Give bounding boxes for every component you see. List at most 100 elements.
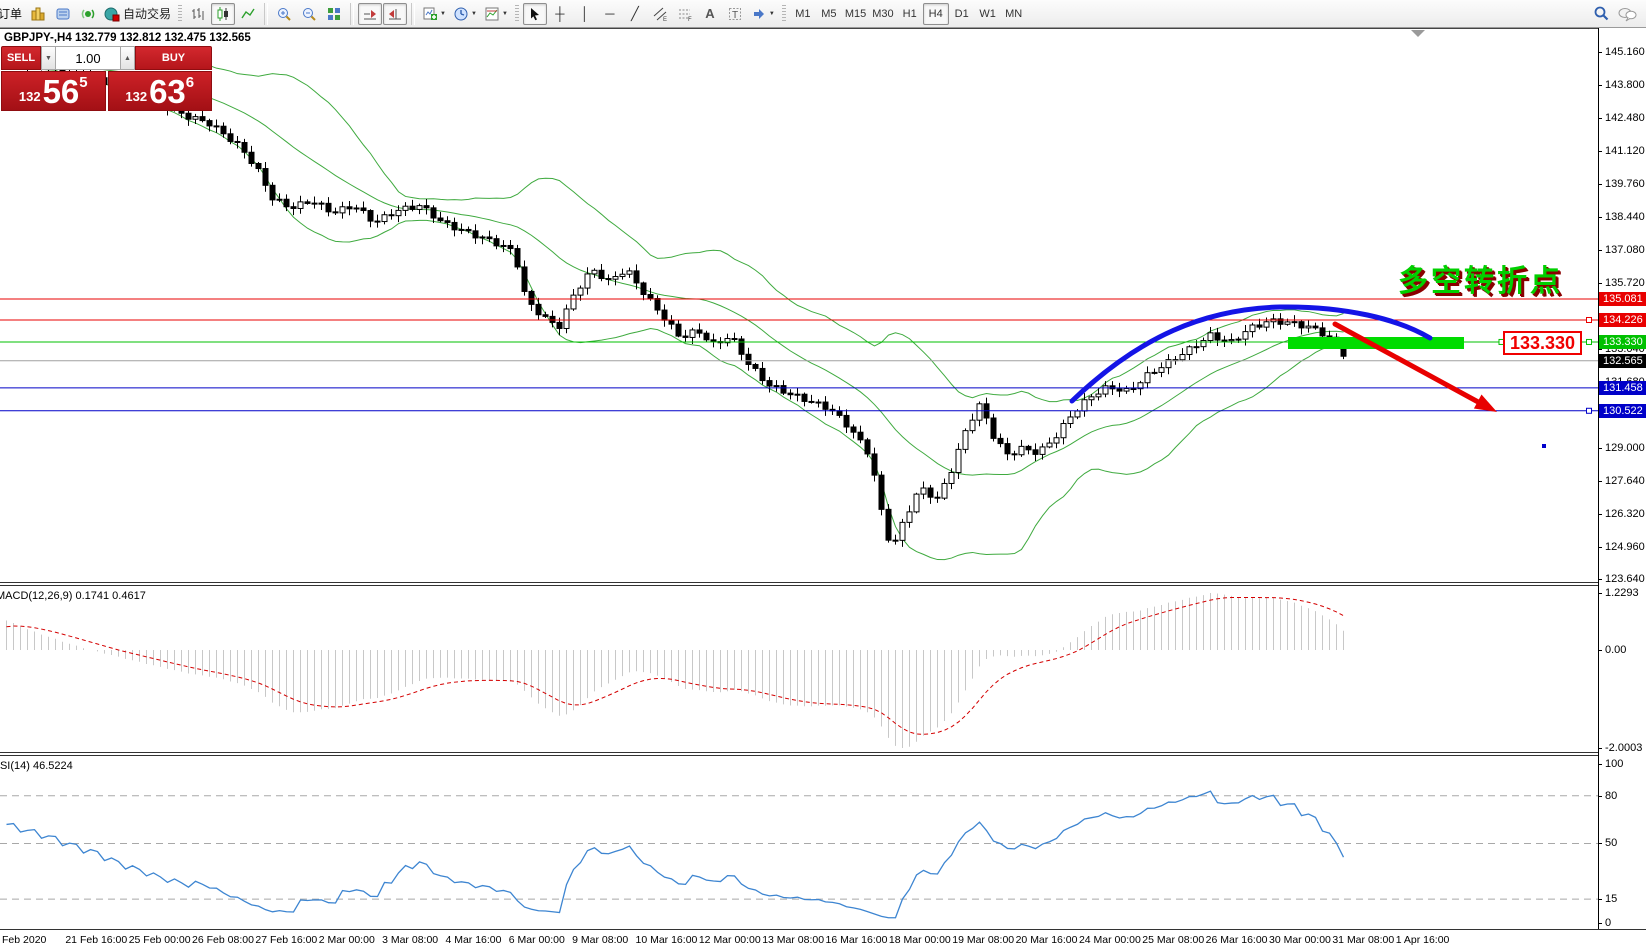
new-order-button[interactable]: 订单 [0, 3, 25, 25]
auto-scroll-icon[interactable] [358, 3, 382, 25]
sell-quote-button[interactable]: 132 56 5 [1, 71, 106, 111]
rsi-axis-label: 100 [1605, 758, 1623, 771]
tile-windows-icon[interactable] [322, 3, 346, 25]
horizontal-line-tool-icon[interactable]: ─ [598, 3, 622, 25]
templates-button[interactable]: ▼ [481, 3, 511, 25]
candlestick-chart-type-icon[interactable] [211, 3, 235, 25]
pane-splitter[interactable] [0, 582, 1646, 586]
timeframe-m1-button[interactable]: M1 [790, 3, 816, 25]
toolbar-drag-handle[interactable] [782, 5, 786, 23]
new-chart-button[interactable]: ▼ [419, 3, 449, 25]
macd-axis-label: 1.2293 [1605, 587, 1639, 600]
rsi-indicator-pane[interactable] [0, 757, 1598, 929]
market-watch-icon[interactable] [26, 3, 50, 25]
rsi-axis-label: 50 [1605, 837, 1617, 850]
time-axis-label: 25 Feb 00:00 [129, 934, 191, 946]
line-chart-type-icon[interactable] [236, 3, 260, 25]
object-anchor-dot[interactable] [1542, 444, 1546, 448]
equidistant-channel-tool-icon[interactable]: E [648, 3, 672, 25]
price-axis-tick: 126.320 [1605, 508, 1645, 521]
timeframe-m15-button[interactable]: M15 [842, 3, 869, 25]
chart-annotation-text[interactable]: 多空转折点 [1398, 256, 1563, 300]
data-window-icon[interactable] [51, 3, 75, 25]
toolbar-separator [411, 3, 415, 25]
time-axis-label: 25 Mar 08:00 [1142, 934, 1204, 946]
navigator-icon[interactable] [76, 3, 100, 25]
timeframe-mn-button[interactable]: MN [1001, 3, 1027, 25]
time-axis-label: 21 Feb 16:00 [65, 934, 127, 946]
text-label-tool-icon[interactable]: T [723, 3, 747, 25]
periods-button[interactable]: ▼ [450, 3, 480, 25]
cursor-tool-icon[interactable] [523, 3, 547, 25]
chevron-down-icon: ▼ [471, 11, 477, 17]
time-axis-label: 6 Mar 00:00 [509, 934, 565, 946]
rsi-axis-label: 15 [1605, 893, 1617, 906]
arrows-tool-button[interactable]: ▼ [748, 3, 778, 25]
rsi-axis-label: 0 [1605, 917, 1611, 930]
time-axis[interactable]: Feb 202021 Feb 16:0025 Feb 00:0026 Feb 0… [0, 930, 1646, 950]
chevron-down-icon: ▼ [440, 11, 446, 17]
price-axis-tick: 138.440 [1605, 211, 1645, 224]
volume-input[interactable]: 1.00 [56, 46, 120, 70]
toolbar-separator [350, 3, 354, 25]
macd-indicator-pane[interactable] [0, 587, 1598, 752]
time-axis-label: Feb 2020 [2, 934, 46, 946]
timeframe-w1-button[interactable]: W1 [975, 3, 1001, 25]
mt4-terminal-window: 订单 自动交易 [0, 0, 1646, 950]
volume-increase-button[interactable]: ▲ [120, 46, 135, 70]
autotrading-button[interactable]: 自动交易 [101, 3, 174, 25]
sell-price-big: 56 [43, 77, 80, 107]
trendline-tool-icon[interactable]: ╱ [623, 3, 647, 25]
time-axis-label: 18 Mar 00:00 [889, 934, 951, 946]
price-axis[interactable]: 145.160143.800142.480141.120139.760138.4… [1598, 28, 1646, 929]
bar-chart-type-icon[interactable] [186, 3, 210, 25]
price-level-label: 134.226 [1599, 313, 1646, 327]
price-tag-label[interactable]: 133.330 [1503, 331, 1582, 355]
autotrading-label: 自动交易 [123, 5, 171, 22]
price-axis-tick: 139.760 [1605, 178, 1645, 191]
price-axis-tick: 142.480 [1605, 112, 1645, 125]
sell-price-sup: 5 [79, 74, 87, 91]
zoom-out-icon[interactable] [297, 3, 321, 25]
time-axis-label: 20 Mar 16:00 [1016, 934, 1078, 946]
time-axis-label: 19 Mar 08:00 [952, 934, 1014, 946]
toolbar-drag-handle[interactable] [178, 5, 182, 23]
volume-decrease-button[interactable]: ▼ [41, 46, 56, 70]
toolbar-drag-handle[interactable] [515, 5, 519, 23]
price-axis-tick: 145.160 [1605, 46, 1645, 59]
buy-button[interactable]: BUY [135, 46, 212, 70]
svg-text:T: T [732, 10, 738, 21]
chart-shift-icon[interactable] [383, 3, 407, 25]
buy-quote-button[interactable]: 132 63 6 [108, 71, 213, 111]
timeframe-h1-button[interactable]: H1 [897, 3, 923, 25]
vertical-line-tool-icon[interactable]: │ [573, 3, 597, 25]
text-tool-icon[interactable]: A [698, 3, 722, 25]
time-axis-label: 27 Feb 16:00 [255, 934, 317, 946]
price-axis-tick: 137.080 [1605, 244, 1645, 257]
time-axis-label: 16 Mar 16:00 [826, 934, 888, 946]
time-axis-label: 13 Mar 08:00 [762, 934, 824, 946]
timeframe-m5-button[interactable]: M5 [816, 3, 842, 25]
timeframe-m30-button[interactable]: M30 [869, 3, 896, 25]
svg-text:E: E [663, 17, 667, 22]
price-level-label: 135.081 [1599, 292, 1646, 306]
price-axis-tick: 135.720 [1605, 277, 1645, 290]
rsi-axis-label: 80 [1605, 790, 1617, 803]
pane-splitter[interactable] [0, 752, 1646, 756]
sell-button[interactable]: SELL [1, 46, 41, 70]
crosshair-tool-icon[interactable]: ┼ [548, 3, 572, 25]
price-level-label: 133.330 [1599, 335, 1646, 349]
main-price-chart[interactable] [0, 29, 1598, 582]
search-icon[interactable] [1589, 3, 1613, 25]
macd-axis-label: 0.00 [1605, 644, 1626, 657]
fibonacci-tool-icon[interactable]: F [673, 3, 697, 25]
chat-icon[interactable] [1614, 3, 1640, 25]
rsi-label: RSI(14) 46.5224 [0, 760, 73, 772]
time-axis-label: 4 Mar 16:00 [445, 934, 501, 946]
zoom-in-icon[interactable] [272, 3, 296, 25]
timeframe-d1-button[interactable]: D1 [949, 3, 975, 25]
time-axis-label: 24 Mar 00:00 [1079, 934, 1141, 946]
timeframe-h4-button[interactable]: H4 [923, 3, 949, 25]
time-axis-label: 2 Mar 00:00 [319, 934, 375, 946]
chevron-down-icon: ▼ [769, 11, 775, 17]
